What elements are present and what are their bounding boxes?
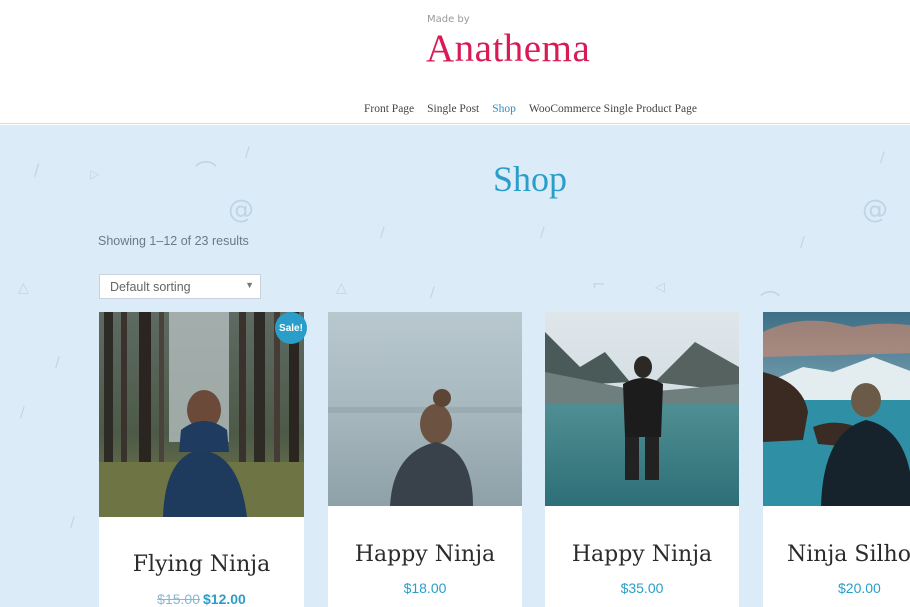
slash-decoration-icon: /	[430, 285, 435, 301]
sale-badge: Sale!	[275, 312, 307, 344]
slash-decoration-icon: /	[20, 405, 25, 421]
spiral-decoration-icon: @	[228, 195, 254, 225]
site-title[interactable]: Anathema	[426, 26, 590, 71]
triangle-decoration-icon: △	[18, 280, 29, 296]
product-image[interactable]	[99, 312, 304, 517]
slash-decoration-icon: /	[880, 150, 885, 166]
spiral-decoration-icon: @	[862, 195, 888, 225]
product-image[interactable]	[328, 312, 522, 506]
product-card-happy-ninja-2[interactable]: Happy Ninja $35.00	[545, 312, 739, 607]
product-card-ninja-silhouette[interactable]: Ninja Silhouette $20.00	[763, 312, 910, 607]
product-card-happy-ninja[interactable]: Happy Ninja $18.00	[328, 312, 522, 607]
slash-decoration-icon: /	[70, 515, 75, 531]
slash-decoration-icon: /	[800, 235, 805, 251]
slash-decoration-icon: /	[34, 160, 40, 179]
product-sale-price: $12.00	[203, 591, 246, 607]
product-name[interactable]: Happy Ninja	[545, 542, 739, 567]
swirl-decoration-icon: ⌒	[760, 289, 780, 313]
product-image[interactable]	[763, 312, 910, 506]
nav-item-front-page[interactable]: Front Page	[364, 103, 414, 115]
nav-item-single-product-page[interactable]: WooCommerce Single Product Page	[529, 103, 697, 115]
slash-decoration-icon: /	[55, 355, 60, 371]
product-price: $20.00	[838, 580, 881, 596]
sorting-dropdown[interactable]: Default sorting ▼	[99, 274, 261, 299]
slash-decoration-icon: /	[245, 145, 250, 161]
swirl-decoration-icon: ⌒	[195, 161, 218, 186]
product-price: $18.00	[403, 580, 447, 596]
slash-decoration-icon: /	[540, 225, 545, 241]
made-by-text: Made by	[427, 14, 470, 25]
dropdown-arrow-icon: ▼	[245, 280, 254, 290]
product-price: $35.00	[620, 580, 664, 596]
zigzag-decoration-icon: ⌐	[592, 275, 606, 294]
product-name[interactable]: Ninja Silhouette	[787, 542, 910, 567]
triangle-decoration-icon: △	[336, 280, 347, 296]
product-price: $15.00 $12.00	[99, 591, 304, 607]
product-name[interactable]: Flying Ninja	[99, 552, 304, 577]
slash-decoration-icon: /	[380, 225, 385, 241]
nav-item-single-post[interactable]: Single Post	[427, 103, 479, 115]
product-image[interactable]	[545, 312, 739, 506]
nav-item-shop[interactable]: Shop	[492, 103, 516, 115]
product-card-flying-ninja[interactable]: Flying Ninja $15.00 $12.00	[99, 312, 304, 607]
sorting-selected-value: Default sorting	[110, 280, 191, 294]
product-old-price: $15.00	[157, 591, 200, 607]
product-name[interactable]: Happy Ninja	[328, 542, 522, 567]
triangle-decoration-icon: ▷	[90, 167, 100, 181]
page-title: Shop	[493, 159, 568, 199]
main-nav: Front Page Single Post Shop WooCommerce …	[364, 103, 697, 115]
result-count: Showing 1–12 of 23 results	[98, 234, 249, 248]
site-header: Made by Anathema Front Page Single Post …	[0, 0, 910, 124]
arrow-decoration-icon: ◁	[655, 280, 665, 295]
